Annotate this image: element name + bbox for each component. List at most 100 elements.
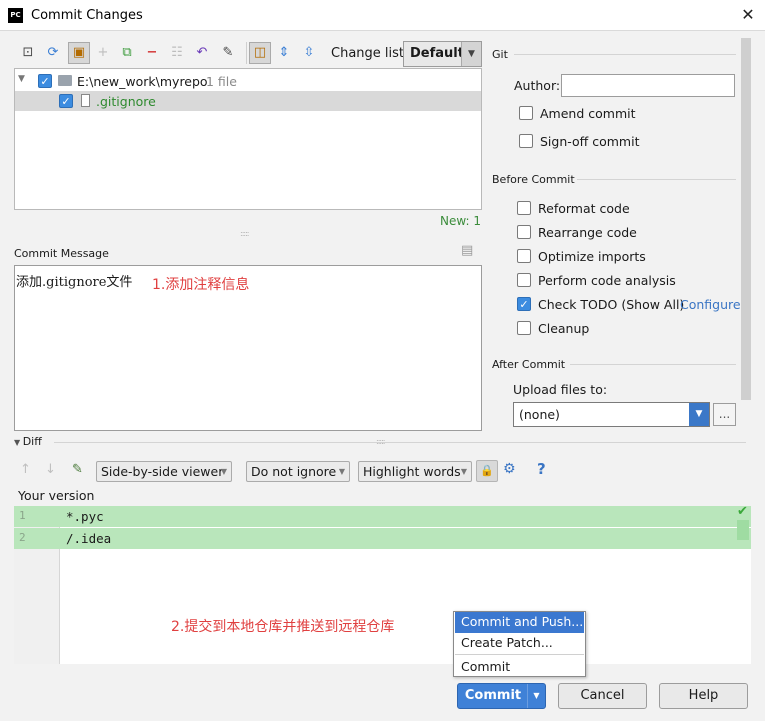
chevron-down-icon: ▼: [338, 467, 345, 476]
viewer-mode-value: Side-by-side viewer: [101, 464, 224, 479]
edit-source-icon[interactable]: ✎: [72, 462, 83, 477]
line-number: 2: [19, 531, 26, 544]
diff-section-header[interactable]: ▼ Diff: [14, 435, 42, 448]
chevron-down-icon: ▼: [460, 467, 467, 476]
changelist-label: Change list:: [331, 46, 409, 61]
changelist-value: Default: [410, 46, 464, 61]
remove-icon[interactable]: −: [143, 44, 161, 62]
cancel-button[interactable]: Cancel: [558, 683, 647, 709]
commit-message-annotation: 1.添加注释信息: [152, 277, 250, 293]
commit-button-label: Commit: [464, 688, 522, 703]
rearrange-code-checkbox[interactable]: [517, 225, 531, 239]
new-files-count: New: 1: [440, 214, 482, 228]
settings-gear-icon[interactable]: ⚙: [503, 461, 516, 477]
next-difference-icon[interactable]: ↓: [45, 462, 56, 477]
viewer-mode-dropdown[interactable]: Side-by-side viewer ▼: [96, 461, 232, 482]
diff-splitter-grip[interactable]: :::::: [376, 437, 386, 446]
cleanup-label: Cleanup: [538, 321, 590, 336]
reformat-code-checkbox[interactable]: [517, 201, 531, 215]
collapse-all-icon[interactable]: ⇳: [300, 44, 318, 62]
move-icon[interactable]: ⧉: [118, 44, 136, 62]
menu-separator: [455, 654, 584, 655]
rearrange-code-label: Rearrange code: [538, 225, 637, 240]
commit-button[interactable]: Commit ▼: [457, 683, 546, 709]
checkmark-icon: ✔: [737, 504, 748, 519]
configure-servers-button[interactable]: ...: [713, 403, 736, 426]
shelve-icon[interactable]: ▣: [68, 42, 90, 64]
repo-path: E:\new_work\myrepo: [77, 74, 208, 89]
pycharm-app-icon: PC: [8, 8, 23, 23]
highlight-value: Highlight words: [363, 464, 461, 479]
message-history-icon[interactable]: ▤: [461, 243, 477, 259]
cleanup-checkbox[interactable]: [517, 321, 531, 335]
menu-item-commit[interactable]: Commit: [455, 657, 584, 678]
diff-editor[interactable]: 1 *.pyc 2 /.idea: [14, 506, 751, 664]
revert-icon[interactable]: ↶: [193, 44, 211, 62]
add-icon[interactable]: +: [94, 44, 112, 62]
help-icon[interactable]: ?: [537, 460, 546, 478]
upload-server-value: (none): [519, 407, 560, 422]
check-todo-checkbox[interactable]: ✓: [517, 297, 531, 311]
chevron-down-icon[interactable]: ▼: [527, 684, 545, 708]
group-icon[interactable]: ☷: [168, 44, 186, 62]
before-commit-divider: [577, 179, 736, 180]
highlight-dropdown[interactable]: Highlight words ▼: [358, 461, 472, 482]
diff-change-marker: [737, 520, 749, 540]
author-input[interactable]: [561, 74, 735, 97]
diff-line: 2 /.idea: [14, 528, 751, 549]
line-number: 1: [19, 509, 26, 522]
expand-all-icon[interactable]: ⇕: [275, 44, 293, 62]
whitespace-dropdown[interactable]: Do not ignore ▼: [246, 461, 350, 482]
signoff-commit-label: Sign-off commit: [540, 134, 640, 149]
optimize-imports-checkbox[interactable]: [517, 249, 531, 263]
tree-row-repo[interactable]: ▼ ✓ E:\new_work\myrepo 1 file: [15, 71, 481, 91]
text-file-icon: [81, 94, 90, 107]
edit-source-icon[interactable]: ✎: [219, 44, 237, 62]
tree-row-file[interactable]: ✓ .gitignore: [15, 91, 481, 111]
changelist-dropdown[interactable]: Default ▼: [403, 41, 482, 67]
splitter-grip[interactable]: :::::: [240, 229, 250, 238]
optimize-imports-label: Optimize imports: [538, 249, 646, 264]
close-button[interactable]: ✕: [738, 5, 758, 25]
menu-item-create-patch[interactable]: Create Patch...: [455, 633, 584, 654]
diff-header-label: Diff: [22, 435, 42, 448]
git-section-label: Git: [492, 48, 508, 61]
options-scrollbar[interactable]: [741, 38, 751, 400]
chevron-down-icon: ▼: [689, 403, 709, 426]
file-checkbox[interactable]: ✓: [59, 94, 73, 108]
upload-server-dropdown[interactable]: (none) ▼: [513, 402, 710, 427]
refresh-icon[interactable]: ⟳: [44, 44, 62, 62]
code-analysis-checkbox[interactable]: [517, 273, 531, 287]
toolbar-separator: [246, 42, 247, 64]
changed-files-tree[interactable]: ▼ ✓ E:\new_work\myrepo 1 file ✓ .gitigno…: [14, 68, 482, 210]
git-section-divider: [514, 54, 736, 55]
diff-icon[interactable]: ⊡: [19, 44, 37, 62]
help-button[interactable]: Help: [659, 683, 748, 709]
after-commit-section-label: After Commit: [492, 358, 566, 371]
chevron-down-icon: ▼: [461, 42, 481, 66]
lock-icon[interactable]: 🔒: [476, 460, 498, 482]
window-title: Commit Changes: [31, 8, 143, 23]
repo-checkbox[interactable]: ✓: [38, 74, 52, 88]
commit-message-text: 添加.gitignore文件: [16, 275, 133, 290]
menu-item-commit-and-push[interactable]: Commit and Push...: [455, 612, 584, 633]
reformat-code-label: Reformat code: [538, 201, 630, 216]
upload-files-label: Upload files to:: [513, 382, 608, 397]
select-changelist-icon[interactable]: ◫: [249, 42, 271, 64]
collapse-arrow-icon[interactable]: ▼: [18, 74, 25, 84]
amend-commit-checkbox[interactable]: [519, 106, 533, 120]
title-bar: PC Commit Changes ✕: [0, 0, 765, 31]
line-content: /.idea: [66, 531, 112, 546]
diff-section-divider: [54, 442, 746, 443]
commit-options-menu: Commit and Push... Create Patch... Commi…: [453, 611, 586, 677]
before-commit-section-label: Before Commit: [492, 173, 575, 186]
previous-difference-icon[interactable]: ↑: [20, 462, 31, 477]
signoff-commit-checkbox[interactable]: [519, 134, 533, 148]
chevron-down-icon: ▼: [220, 467, 227, 476]
code-analysis-label: Perform code analysis: [538, 273, 676, 288]
check-todo-label: Check TODO (Show All): [538, 297, 685, 312]
push-annotation: 2.提交到本地仓库并推送到远程仓库: [171, 619, 395, 635]
author-label: Author:: [514, 78, 561, 93]
configure-todo-link[interactable]: Configure: [680, 297, 741, 312]
after-commit-divider: [570, 364, 736, 365]
